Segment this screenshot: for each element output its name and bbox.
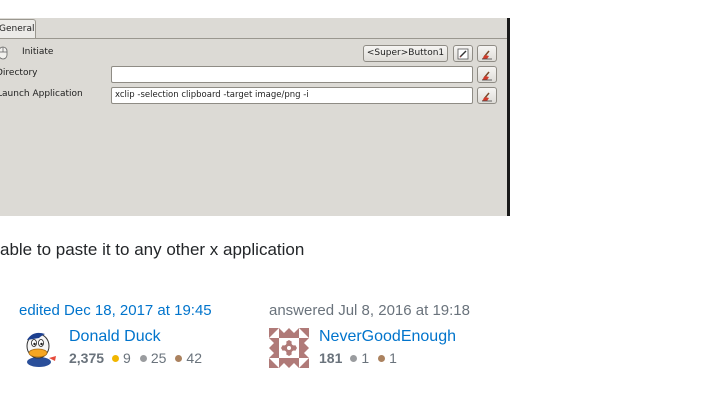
- silver-badge-count: 25: [150, 350, 167, 366]
- bronze-badge-icon: [175, 354, 183, 362]
- bronze-badge-icon: [378, 354, 386, 362]
- silver-badge-count: 1: [361, 350, 370, 366]
- initiate-row: Initiate <Super>Button1: [0, 45, 507, 63]
- clear-icon: [482, 50, 492, 59]
- tab-panel-border: [0, 38, 507, 39]
- editor-username-link[interactable]: Donald Duck: [69, 328, 161, 346]
- initiate-edit-button[interactable]: [453, 45, 473, 62]
- bronze-badge-count: 1: [389, 350, 397, 366]
- directory-row: Directory: [0, 66, 507, 84]
- silver-badge: 1: [350, 350, 369, 366]
- launch-application-field[interactable]: xclip -selection clipboard -target image…: [111, 87, 473, 104]
- launch-application-clear-button[interactable]: [477, 87, 497, 104]
- bronze-badge: 1: [378, 350, 397, 366]
- edit-signature: edited Dec 18, 2017 at 19:45 Donald Duck…: [19, 302, 249, 368]
- initiate-shortcut-button[interactable]: <Super>Button1: [363, 45, 448, 62]
- gold-badge-count: 9: [123, 350, 131, 366]
- identicon-avatar[interactable]: [269, 328, 309, 368]
- initiate-label: Initiate: [22, 47, 54, 57]
- edit-icon: [457, 48, 469, 59]
- clear-icon: [482, 92, 492, 101]
- settings-dialog-screenshot: General Initiate <Super>Button1 Director…: [0, 18, 510, 216]
- silver-badge: 25: [139, 350, 167, 366]
- directory-field[interactable]: [111, 66, 473, 83]
- launch-application-row: Launch Application xclip -selection clip…: [0, 87, 507, 105]
- editor-reputation: 2,375: [69, 350, 105, 366]
- silver-badge-icon: [350, 354, 358, 362]
- gold-badge: 9: [112, 350, 131, 366]
- tab-general[interactable]: General: [0, 19, 36, 39]
- gold-badge-icon: [112, 354, 120, 362]
- silver-badge-icon: [139, 354, 147, 362]
- answerer-reputation: 181: [319, 350, 343, 366]
- clear-icon: [482, 71, 492, 80]
- initiate-clear-button[interactable]: [477, 45, 497, 62]
- directory-label: Directory: [0, 68, 38, 78]
- donald-duck-avatar[interactable]: [19, 328, 59, 368]
- mouse-icon: [0, 46, 8, 60]
- directory-clear-button[interactable]: [477, 66, 497, 83]
- bronze-badge-count: 42: [186, 350, 202, 366]
- edited-timestamp-link[interactable]: edited Dec 18, 2017 at 19:45: [19, 302, 249, 319]
- answerer-stats: 181 1 1: [319, 350, 406, 366]
- launch-application-label: Launch Application: [0, 89, 83, 99]
- answerer-username-link[interactable]: NeverGoodEnough: [319, 328, 456, 346]
- editor-stats: 2,375 9 25 42: [69, 350, 211, 366]
- bronze-badge: 42: [175, 350, 202, 366]
- answered-timestamp[interactable]: answered Jul 8, 2016 at 19:18: [269, 302, 499, 319]
- post-body-text: able to paste it to any other x applicat…: [0, 240, 305, 259]
- answer-signature: answered Jul 8, 2016 at 19:18 NeverGoodE…: [269, 302, 499, 368]
